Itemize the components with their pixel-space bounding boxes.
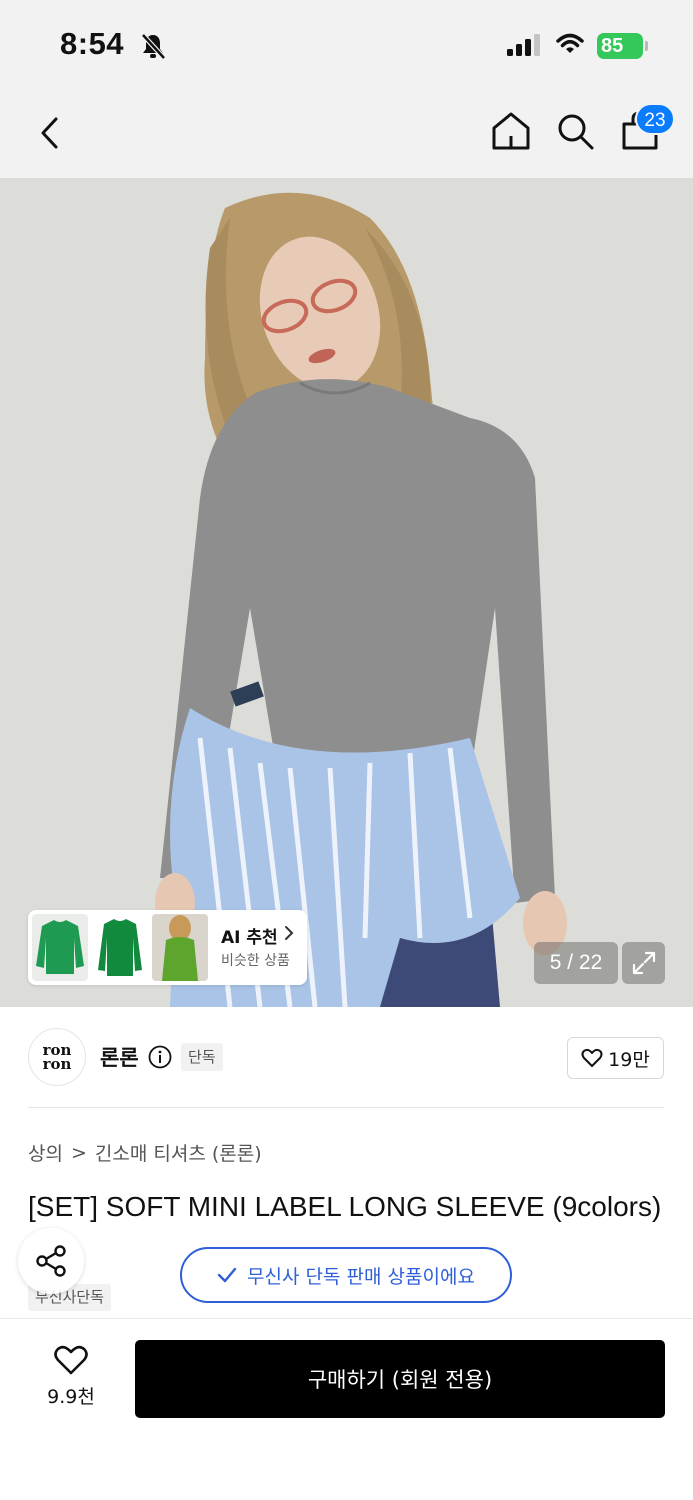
expand-icon (632, 951, 655, 975)
exclusive-notice-pill[interactable]: 무신사 단독 판매 상품이에요 (180, 1247, 512, 1303)
green-sweater-image (32, 914, 88, 981)
recommendation-thumbnail[interactable] (32, 914, 88, 981)
share-icon (36, 1245, 66, 1277)
product-image[interactable] (0, 178, 693, 1007)
exclusive-notice-text: 무신사 단독 판매 상품이에요 (247, 1265, 475, 1288)
info-icon[interactable] (148, 1045, 172, 1073)
brand-logo-line: ron (42, 1055, 72, 1073)
ai-recommend-subtitle: 비슷한 상품 (221, 953, 290, 969)
status-time: 8:54 (60, 26, 125, 61)
cart-count-badge: 23 (635, 103, 675, 135)
home-button[interactable] (490, 110, 532, 156)
status-bar: 8:54 85 (0, 0, 693, 90)
check-icon (217, 1267, 237, 1283)
product-title: [SET] SOFT MINI LABEL LONG SLEEVE (9colo… (28, 1191, 662, 1222)
breadcrumb-category[interactable]: 상의 (28, 1139, 63, 1166)
search-icon (558, 114, 594, 150)
model-green-top-image (152, 914, 208, 981)
image-counter: 5 / 22 (534, 942, 618, 984)
divider (28, 1107, 664, 1108)
search-button[interactable] (556, 112, 596, 156)
cellular-signal-icon (507, 34, 541, 60)
bell-muted-icon (140, 32, 166, 64)
chevron-right-icon (285, 926, 294, 940)
brand-like-count: 19만 (608, 1048, 650, 1071)
green-tee-image (92, 914, 148, 981)
heart-icon (581, 1048, 603, 1067)
heart-icon (54, 1345, 88, 1375)
chevron-left-icon (41, 117, 58, 149)
battery-cap (645, 41, 648, 51)
wishlist-button[interactable]: 9.9천 (38, 1344, 104, 1409)
expand-image-button[interactable] (622, 942, 665, 984)
share-button[interactable] (18, 1228, 84, 1294)
breadcrumb-subcategory[interactable]: 긴소매 티셔츠 (론론) (95, 1139, 262, 1166)
back-button[interactable] (30, 108, 70, 158)
home-icon (492, 112, 530, 150)
ai-recommendation-card[interactable]: AI 추천 비슷한 상품 (28, 910, 307, 985)
wishlist-count: 9.9천 (47, 1386, 95, 1408)
ai-recommend-title: AI 추천 (221, 928, 278, 948)
app-header (0, 90, 693, 178)
wifi-icon (556, 32, 584, 60)
brand-logo[interactable]: ron ron (28, 1028, 86, 1086)
recommendation-thumbnail[interactable] (92, 914, 148, 981)
brand-like-button[interactable]: 19만 (567, 1037, 664, 1079)
breadcrumb: 상의 > 긴소매 티셔츠 (론론) (28, 1139, 262, 1166)
battery-indicator: 85 (597, 33, 643, 59)
recommendation-thumbnail[interactable] (152, 914, 208, 981)
buy-button[interactable]: 구매하기 (회원 전용) (135, 1340, 665, 1418)
model-photo (0, 178, 693, 1007)
breadcrumb-separator: > (70, 1141, 87, 1164)
exclusive-tag: 단독 (181, 1043, 223, 1071)
brand-name[interactable]: 론론 (100, 1042, 139, 1072)
battery-level: 85 (601, 35, 624, 57)
